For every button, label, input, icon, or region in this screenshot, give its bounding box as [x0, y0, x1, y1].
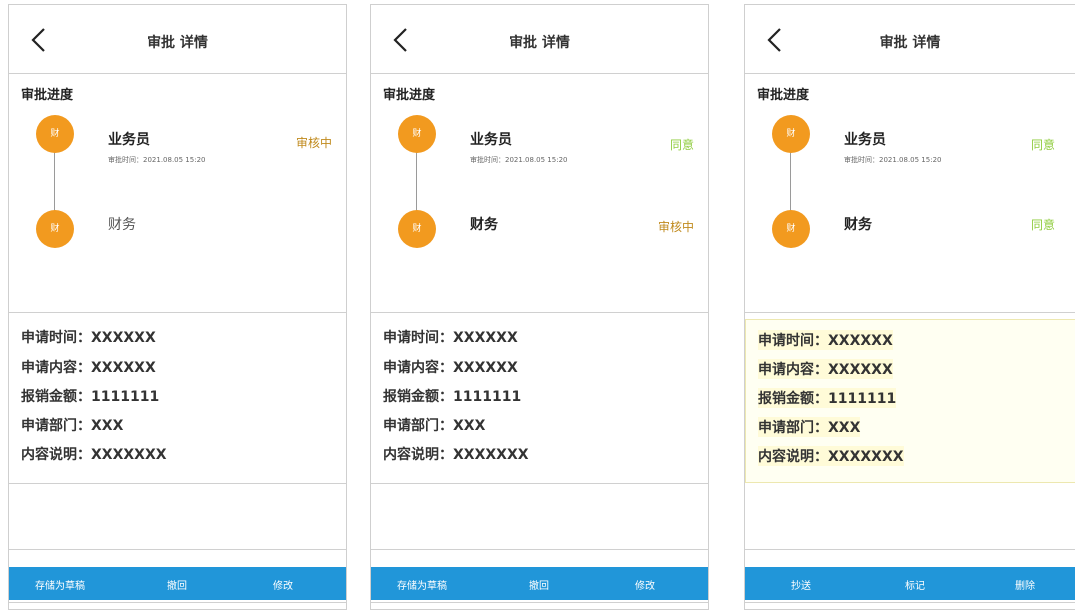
section-title: 审批进度 [757, 88, 810, 103]
detail-amount: 报销金额：1111111 [21, 389, 160, 405]
approval-progress: 审批进度 财 业务员 审批时间：2021.08.05 15:20 同意 财 财务… [745, 74, 1075, 313]
nav-bar: 审批 详情 [745, 5, 1075, 74]
detail-apply-content: 申请内容：XXXXXX [21, 360, 156, 376]
step-name: 财务 [470, 217, 498, 233]
detail-department: 申请部门：XXX [21, 418, 124, 434]
step-time: 审批时间：2021.08.05 15:20 [470, 156, 568, 164]
step-name: 财务 [844, 217, 872, 233]
nav-bar: 审批 详情 [371, 5, 708, 74]
action-bar: 存储为草稿 撤回 修改 [9, 567, 346, 600]
divider [745, 602, 1075, 603]
step-status: 审核中 [295, 136, 332, 150]
save-draft-button[interactable]: 存储为草稿 [35, 577, 85, 592]
step-name: 财务 [108, 217, 136, 233]
step-time: 审批时间：2021.08.05 15:20 [108, 156, 206, 164]
divider [371, 602, 708, 603]
save-draft-button[interactable]: 存储为草稿 [397, 577, 447, 592]
detail-description: 内容说明：XXXXXXX [21, 447, 167, 463]
step-avatar: 财 [772, 115, 810, 153]
edit-button[interactable]: 修改 [273, 577, 293, 592]
nav-bar: 审批 详情 [9, 5, 346, 74]
withdraw-button[interactable]: 撤回 [529, 577, 549, 592]
step-name: 业务员 [470, 132, 512, 148]
step-name: 业务员 [844, 132, 886, 148]
action-bar: 存储为草稿 撤回 修改 [371, 567, 708, 600]
detail-description: 内容说明：XXXXXXX [383, 447, 529, 463]
approval-progress: 审批进度 财 业务员 审批时间：2021.08.05 15:20 同意 财 财务… [371, 74, 708, 313]
edit-button[interactable]: 修改 [635, 577, 655, 592]
step-avatar: 财 [772, 210, 810, 248]
approval-detail-screen-2: 审批 详情 审批进度 财 业务员 审批时间：2021.08.05 15:20 同… [370, 4, 709, 610]
step-status: 审核中 [657, 220, 694, 234]
step-status: 同意 [1030, 138, 1055, 152]
blank-area [745, 483, 1075, 550]
step-avatar: 财 [398, 210, 436, 248]
detail-department: 申请部门：XXX [758, 417, 861, 437]
withdraw-button[interactable]: 撤回 [167, 577, 187, 592]
action-bar: 抄送 标记 删除 [745, 567, 1075, 600]
approval-detail-screen-3: 审批 详情 审批进度 财 业务员 审批时间：2021.08.05 15:20 同… [744, 4, 1075, 610]
detail-amount: 报销金额：1111111 [758, 388, 897, 408]
page-title: 审批 详情 [147, 35, 208, 51]
detail-apply-content: 申请内容：XXXXXX [758, 359, 893, 379]
approval-progress: 审批进度 财 业务员 审批时间：2021.08.05 15:20 审核中 财 财… [9, 74, 346, 313]
detail-apply-time: 申请时间：XXXXXX [21, 330, 156, 346]
step-status: 同意 [669, 138, 694, 152]
detail-department: 申请部门：XXX [383, 418, 486, 434]
detail-description: 内容说明：XXXXXXX [758, 446, 904, 466]
step-time: 审批时间：2021.08.05 15:20 [844, 156, 942, 164]
step-avatar: 财 [36, 115, 74, 153]
step-avatar: 财 [398, 115, 436, 153]
page-title: 审批 详情 [879, 35, 941, 51]
divider [9, 602, 346, 603]
application-details: 申请时间：XXXXXX 申请内容：XXXXXX 报销金额：1111111 申请部… [9, 313, 346, 484]
application-details: 申请时间：XXXXXX 申请内容：XXXXXX 报销金额：1111111 申请部… [371, 313, 708, 484]
detail-amount: 报销金额：1111111 [383, 389, 522, 405]
section-title: 审批进度 [21, 88, 74, 103]
mark-button[interactable]: 标记 [905, 577, 925, 592]
delete-button[interactable]: 删除 [1015, 577, 1035, 592]
application-details: 申请时间：XXXXXX 申请内容：XXXXXX 报销金额：1111111 申请部… [745, 319, 1075, 483]
blank-area [371, 483, 708, 550]
detail-apply-time: 申请时间：XXXXXX [383, 330, 518, 346]
approval-detail-screen-1: 审批 详情 审批进度 财 业务员 审批时间：2021.08.05 15:20 审… [8, 4, 347, 610]
detail-apply-time: 申请时间：XXXXXX [758, 330, 893, 350]
step-status: 同意 [1030, 218, 1055, 232]
detail-apply-content: 申请内容：XXXXXX [383, 360, 518, 376]
blank-area [9, 483, 346, 550]
step-name: 业务员 [108, 132, 150, 148]
section-title: 审批进度 [383, 88, 436, 103]
page-title: 审批 详情 [509, 35, 570, 51]
step-avatar: 财 [36, 210, 74, 248]
cc-button[interactable]: 抄送 [791, 577, 811, 592]
